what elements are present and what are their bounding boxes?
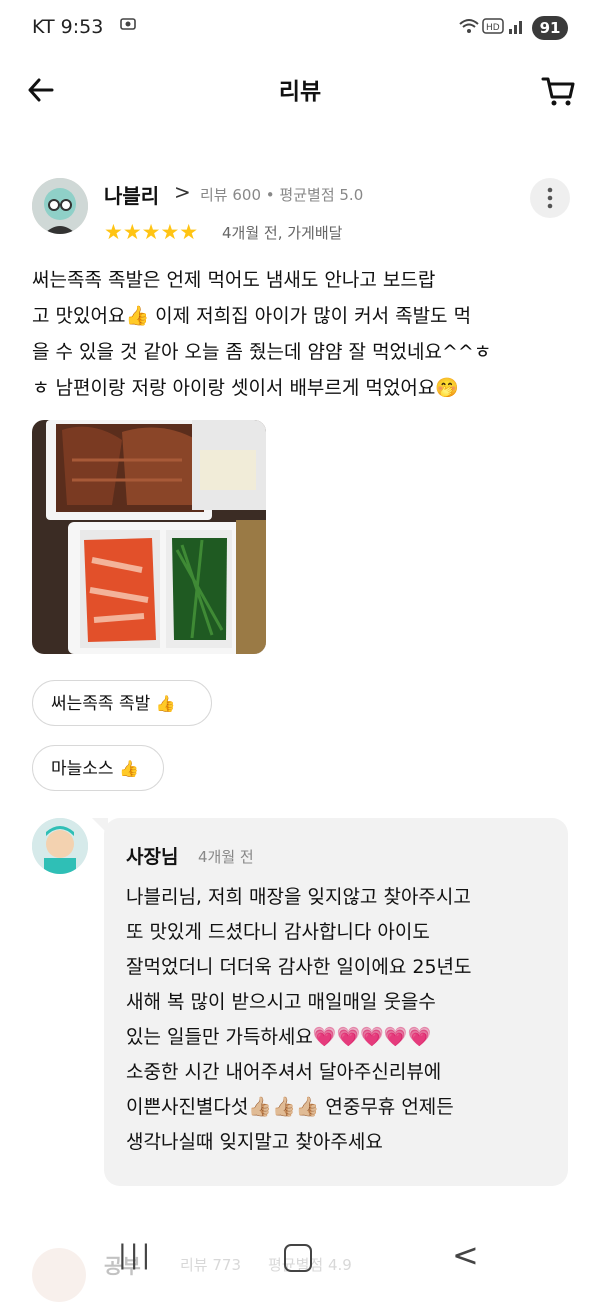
tag-chip[interactable]: 써는족족 족발 👍	[32, 680, 212, 726]
review-line: 을 수 있을 것 같아 오늘 좀 줬는데 얌얌 잘 먹었네요^^ㅎ	[32, 341, 492, 363]
review-text: 써는족족 족발은 언제 먹어도 냄새도 안나고 보드랍 고 맛있어요👍 이제 저…	[32, 262, 562, 406]
next-reviewer-avatar	[32, 1248, 86, 1302]
reply-line: 나블리님, 저희 매장을 잊지않고 찾아주시고	[126, 886, 471, 908]
owner-avatar	[32, 818, 88, 874]
reply-line: 잘먹었더니 더더욱 감사한 일이에요 25년도	[126, 956, 472, 978]
hd-icon: HD	[482, 18, 504, 38]
more-vertical-icon	[547, 187, 553, 209]
thumbs-up-icon: 👍	[118, 759, 139, 778]
reviewer-avatar[interactable]	[32, 178, 88, 234]
review-date: 4개월 전, 가게배달	[222, 224, 343, 242]
reply-line: 또 맛있게 드셨다니 감사합니다 아이도	[126, 921, 430, 943]
review-line: ㅎ 남편이랑 저랑 아이랑 셋이서 배부르게 먹었어요🤭	[32, 377, 459, 399]
recent-apps-button[interactable]: |||	[118, 1240, 153, 1270]
review-line: 써는족족 족발은 언제 먹어도 냄새도 안나고 보드랍	[32, 269, 436, 291]
home-button[interactable]	[284, 1244, 312, 1272]
review-line: 고 맛있어요👍 이제 저희집 아이가 많이 커서 족발도 먹	[32, 305, 472, 327]
reply-line: 소중한 시간 내어주셔서 달아주신리뷰에	[126, 1061, 442, 1083]
review-count: 리뷰 600	[200, 186, 261, 204]
reply-line: 생각나실때 잊지말고 찾아주세요	[126, 1131, 383, 1153]
reply-line: 이쁜사진별다섯👍🏼👍🏼👍🏼 연중무휴 언제든	[126, 1096, 454, 1118]
svg-text:HD: HD	[486, 23, 500, 33]
reply-line: 있는 일들만 가득하세요💗💗💗💗💗	[126, 1026, 432, 1048]
review-photo[interactable]	[32, 420, 266, 654]
tag-chip[interactable]: 마늘소스 👍	[32, 745, 164, 791]
cart-icon	[541, 77, 575, 106]
owner-reply-date: 4개월 전	[198, 848, 254, 866]
separator-dot: •	[265, 186, 275, 204]
owner-reply-text: 나블리님, 저희 매장을 잊지않고 찾아주시고 또 맛있게 드셨다니 감사합니다…	[126, 880, 546, 1160]
screen-record-icon	[118, 14, 138, 38]
owner-name: 사장님	[126, 846, 179, 868]
thumbs-up-icon: 👍	[155, 694, 176, 713]
reviewer-name[interactable]: 나블리	[104, 180, 159, 209]
chevron-right-icon[interactable]: >	[174, 180, 191, 204]
reviewer-meta: 리뷰 600 • 평균별점 5.0	[200, 184, 363, 205]
next-review-count: 리뷰 773	[180, 1256, 241, 1274]
signal-icon	[508, 17, 526, 39]
more-options-button[interactable]	[530, 178, 570, 218]
star-rating: ★★★★★	[104, 220, 199, 244]
tag-label: 써는족족 족발	[51, 694, 151, 714]
system-back-button[interactable]: <	[452, 1236, 479, 1274]
status-bar: KT 9:53 HD 91	[0, 0, 600, 56]
page-title: 리뷰	[278, 79, 322, 105]
cart-button[interactable]	[538, 70, 578, 110]
reply-line: 새해 복 많이 받으시고 매일매일 웃을수	[126, 991, 436, 1013]
wifi-icon	[458, 16, 480, 40]
battery-indicator: 91	[532, 16, 568, 40]
carrier-time: KT 9:53	[32, 16, 104, 38]
tag-label: 마늘소스	[51, 759, 114, 779]
average-rating: 평균별점 5.0	[279, 186, 364, 204]
